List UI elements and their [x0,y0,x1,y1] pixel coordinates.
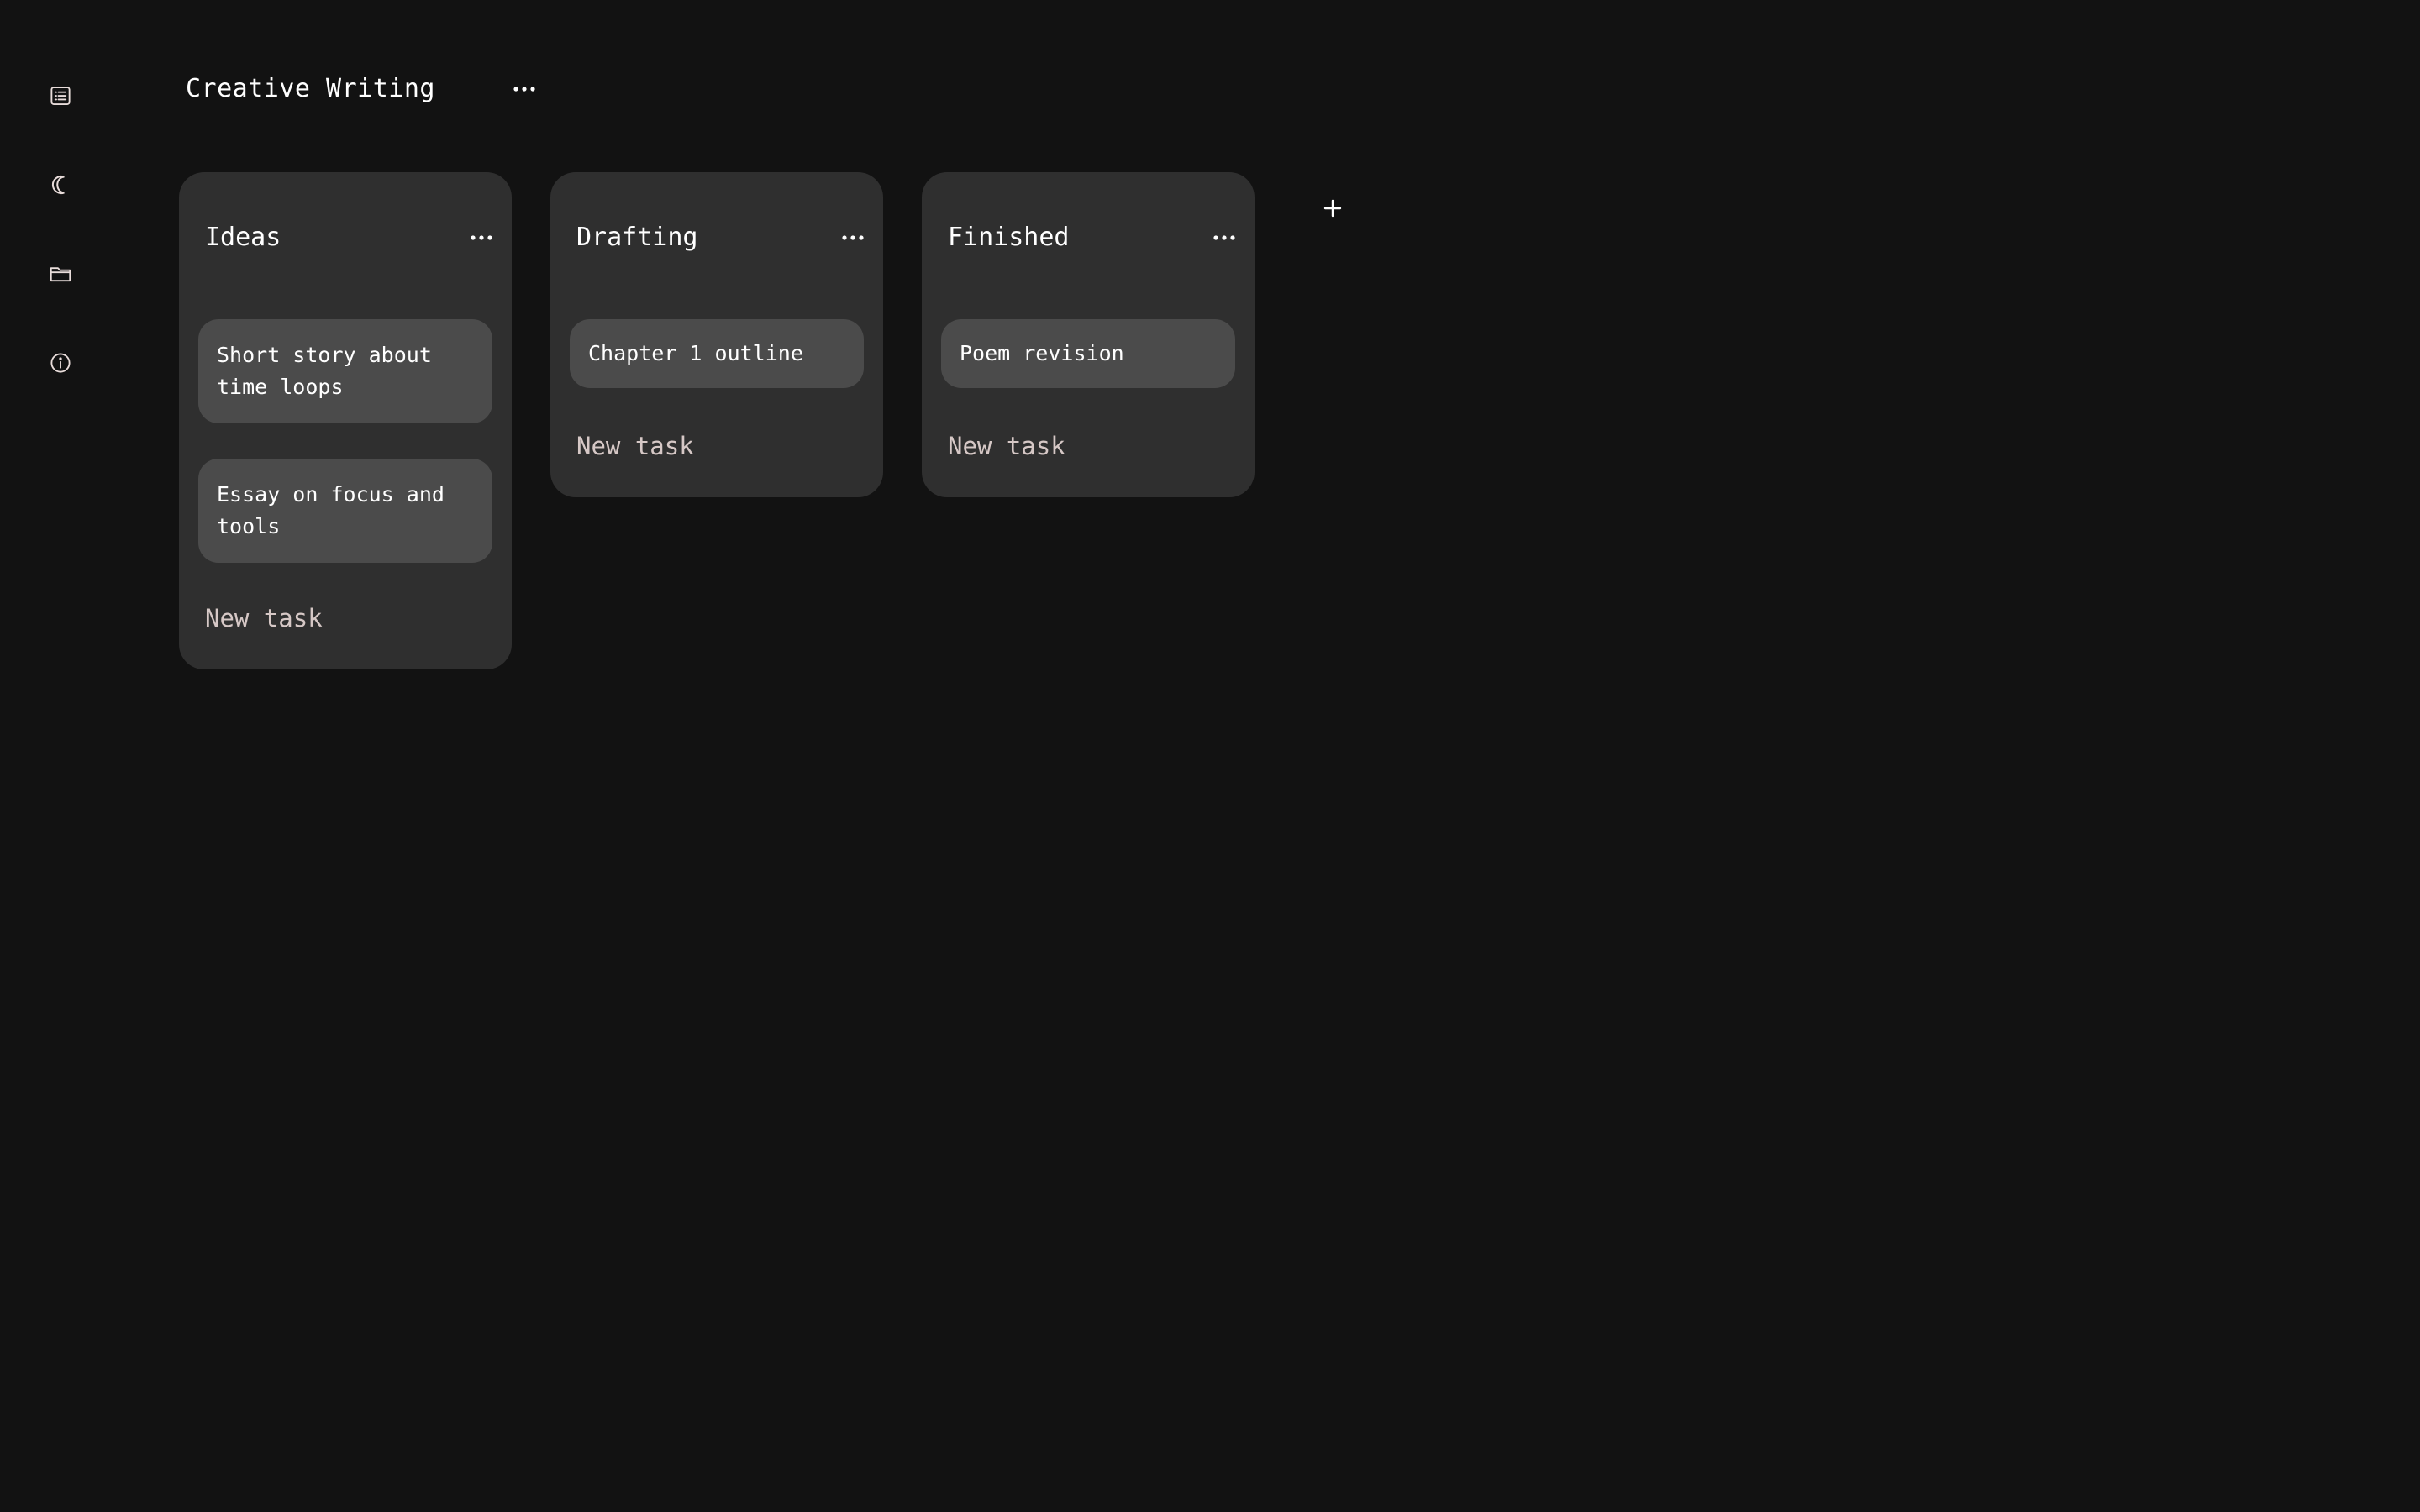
column-menu-button[interactable] [465,221,498,255]
column-ideas: Ideas Short story about time loops Essay… [179,172,512,669]
moon-icon [51,176,65,194]
column-drafting: Drafting Chapter 1 outline New task [550,172,883,497]
list-icon [50,87,71,105]
sidebar-item-boards[interactable] [42,77,79,114]
sidebar-item-files[interactable] [42,255,79,292]
sidebar-item-info[interactable] [42,344,79,381]
column-title: Drafting [576,223,698,252]
task-card[interactable]: Essay on focus and tools [198,459,492,563]
new-task-button[interactable]: New task [948,429,1065,463]
sidebar-item-theme[interactable] [42,166,79,203]
ellipsis-icon [1213,235,1235,240]
ellipsis-icon [842,235,864,240]
column-menu-button[interactable] [1207,221,1241,255]
column-title: Finished [948,223,1070,252]
column-menu-button[interactable] [836,221,870,255]
plus-icon [1323,199,1342,218]
ellipsis-icon [513,87,535,92]
ellipsis-icon [471,235,492,240]
board-menu-button[interactable] [508,72,541,106]
new-task-button[interactable]: New task [205,601,323,635]
new-task-button[interactable]: New task [576,429,694,463]
column-title: Ideas [205,223,281,252]
task-card[interactable]: Chapter 1 outline [570,319,864,388]
info-icon [50,353,71,373]
folder-icon [50,267,71,282]
task-card[interactable]: Poem revision [941,319,1235,388]
column-finished: Finished Poem revision New task [922,172,1255,497]
task-card[interactable]: Short story about time loops [198,319,492,423]
sidebar [0,0,121,1512]
add-column-button[interactable] [1316,192,1349,225]
board-title: Creative Writing [186,74,435,103]
